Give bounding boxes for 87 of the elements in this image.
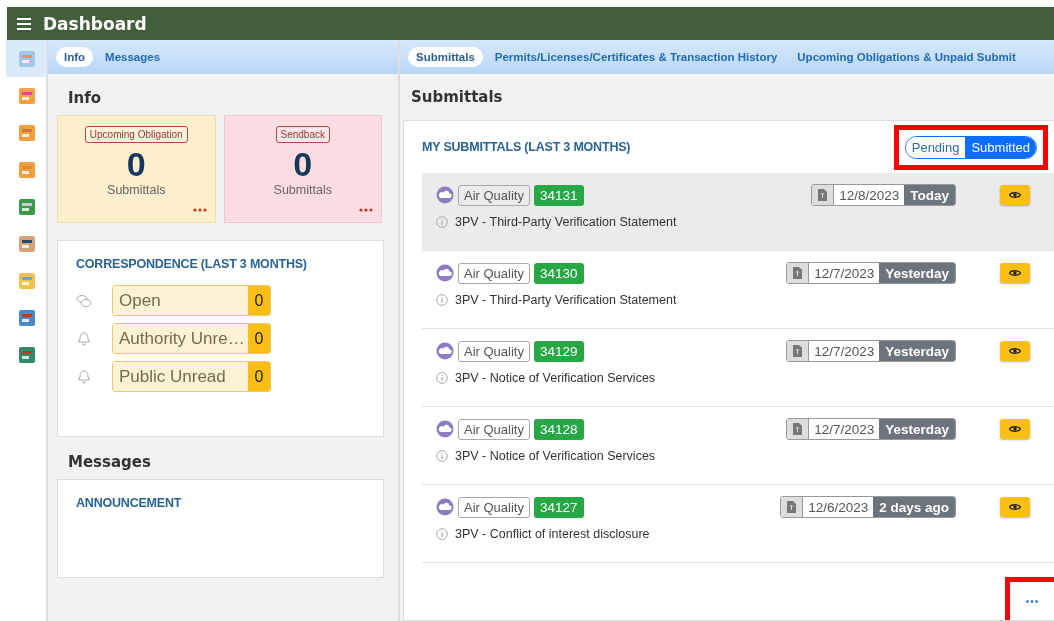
card-title: CORRESPONDENCE (LAST 3 MONTHS) [76, 257, 308, 271]
correspondence-item[interactable]: Public Unread 0 [112, 361, 271, 392]
page-title: Dashboard [43, 13, 147, 34]
info-icon [436, 528, 448, 540]
sidebar-icon [16, 270, 37, 291]
document-icon [793, 345, 803, 357]
relative-date: Yesterday [879, 419, 955, 439]
eye-icon [1009, 425, 1021, 433]
submittal-title: 3PV - Notice of Verification Services [455, 449, 656, 463]
bell-icon [76, 369, 92, 384]
card-label: Sendback [275, 126, 330, 143]
sidebar-icon [16, 196, 37, 217]
card-caption: Submittals [273, 183, 332, 197]
relative-date: Yesterday [879, 341, 955, 361]
card-count: 0 [126, 145, 146, 183]
cloud-icon [436, 186, 454, 204]
submittal-number: 34129 [533, 340, 584, 362]
submittal-number: 34127 [533, 496, 584, 518]
category-tag: Air Quality [458, 184, 530, 206]
section-heading: Messages [67, 452, 152, 473]
submit-date: 12/8/2023 [834, 185, 905, 205]
summary-card[interactable]: Upcoming Obligation 0 Submittals [57, 115, 216, 223]
document-icon [787, 501, 797, 513]
view-button[interactable] [1000, 185, 1030, 205]
info-icon [436, 216, 448, 228]
submittal-number: 34130 [533, 262, 584, 284]
eye-icon [1009, 269, 1021, 277]
eye-icon [1009, 503, 1021, 511]
cloud-icon [436, 264, 454, 282]
view-button[interactable] [1000, 341, 1030, 361]
relative-date: Yesterday [879, 263, 955, 283]
card-title: MY SUBMITTALS (LAST 3 MONTHS) [422, 140, 631, 154]
category-tag: Air Quality [458, 340, 530, 362]
view-button[interactable] [1000, 497, 1030, 517]
correspondence-item[interactable]: Authority Unre… 0 [112, 323, 271, 354]
summary-card[interactable]: Sendback 0 Submittals [223, 115, 382, 223]
chat-icon [76, 293, 92, 308]
more-icon [1026, 599, 1038, 603]
relative-date: 2 days ago [873, 497, 955, 517]
cloud-icon [436, 420, 454, 438]
toggle-option[interactable]: Submitted [965, 136, 1036, 158]
category-tag: Air Quality [458, 418, 530, 440]
submittal-title: 3PV - Third-Party Verification Statement [455, 293, 677, 307]
view-button[interactable] [1000, 419, 1030, 439]
sidebar-icon [16, 233, 37, 254]
submittal-row[interactable]: Air Quality 34131 12/8/2023 Today 3PV - Third-Party Verification Statement [422, 173, 1054, 251]
sidebar-icon [16, 344, 37, 365]
tab[interactable]: Submittals [408, 47, 483, 67]
info-icon [436, 450, 448, 462]
eye-icon [1009, 191, 1021, 199]
card-label: Upcoming Obligation [84, 126, 188, 143]
submittal-title: 3PV - Third-Party Verification Statement [455, 215, 677, 229]
info-icon [436, 294, 448, 306]
section-heading: Submittals [410, 87, 504, 108]
card-count: 0 [293, 145, 313, 183]
tab[interactable]: Upcoming Obligations & Unpaid Submit [789, 47, 1024, 67]
sidebar-icon [16, 85, 37, 106]
more-icon[interactable] [359, 208, 373, 212]
bell-icon [76, 331, 92, 346]
cloud-icon [436, 498, 454, 516]
category-tag: Air Quality [458, 496, 530, 518]
category-tag: Air Quality [458, 262, 530, 284]
card-title: ANNOUNCEMENT [76, 496, 183, 510]
submittal-number: 34131 [533, 184, 584, 206]
tab[interactable]: Messages [97, 47, 169, 67]
cloud-icon [436, 342, 454, 360]
sidebar-icon [16, 307, 37, 328]
menu-icon[interactable] [17, 17, 31, 30]
document-icon [818, 189, 828, 201]
submittal-number: 34128 [533, 418, 584, 440]
tab[interactable]: Permits/Licenses/Certificates & Transaction History [486, 47, 786, 67]
relative-date: Today [904, 185, 955, 205]
sidebar-icon [16, 122, 37, 143]
document-icon [793, 423, 803, 435]
correspondence-item[interactable]: Open 0 [112, 285, 271, 316]
sidebar-icon [16, 48, 37, 69]
submittal-title: 3PV - Notice of Verification Services [455, 371, 656, 385]
submittal-title: 3PV - Conflict of interest disclosure [455, 527, 650, 541]
document-icon [793, 267, 803, 279]
section-heading: Info [67, 88, 103, 109]
view-button[interactable] [1000, 263, 1030, 283]
card-caption: Submittals [107, 183, 166, 197]
tab[interactable]: Info [56, 47, 94, 67]
sidebar-icon [16, 159, 37, 180]
eye-icon [1009, 347, 1021, 355]
info-icon [436, 372, 448, 384]
more-icon[interactable] [192, 208, 207, 212]
